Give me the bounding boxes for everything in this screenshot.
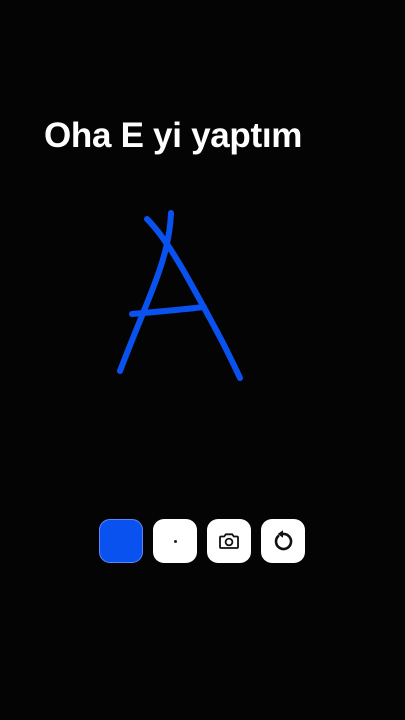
dot-icon xyxy=(173,539,177,543)
brush-size-button[interactable] xyxy=(153,519,197,563)
undo-button[interactable] xyxy=(261,519,305,563)
undo-icon xyxy=(274,530,293,551)
screenshot-button[interactable] xyxy=(207,519,251,563)
stroke-right xyxy=(144,216,243,381)
camera-icon xyxy=(219,533,239,549)
drawing-toolbar xyxy=(99,519,305,563)
drawing-canvas[interactable] xyxy=(0,0,405,720)
color-swatch-button[interactable] xyxy=(99,519,143,563)
